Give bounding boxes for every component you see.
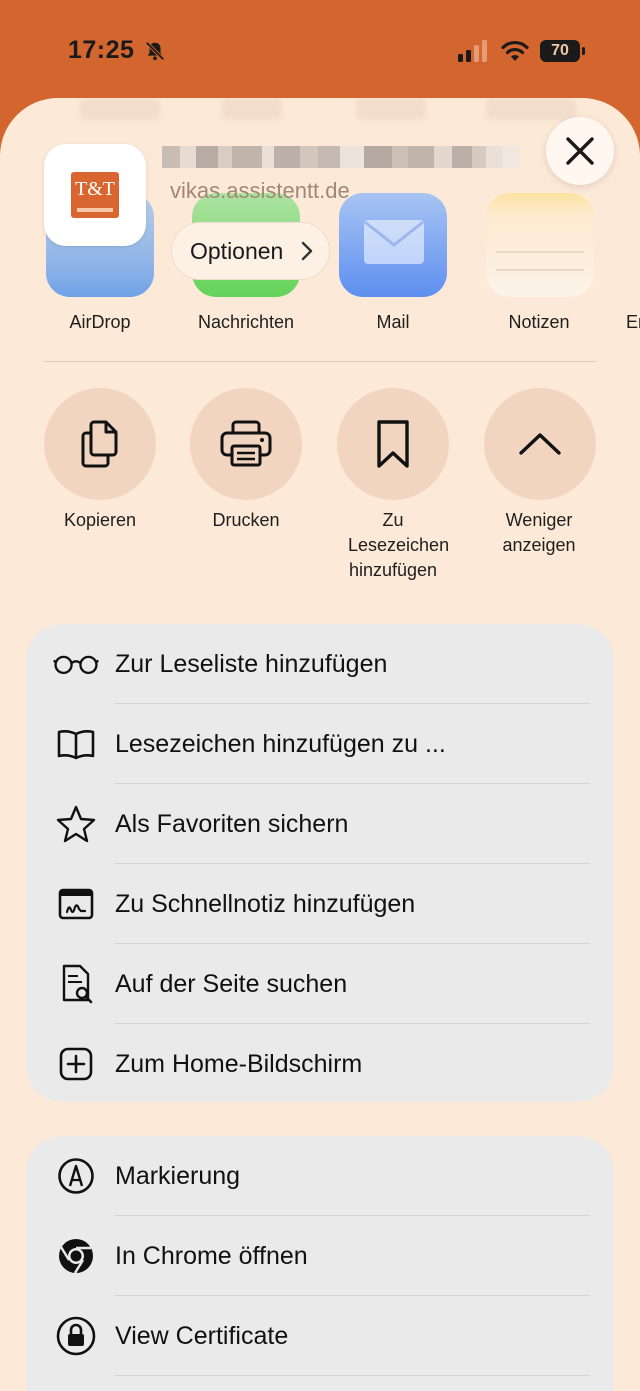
menu-item-label: Markierung	[115, 1162, 241, 1190]
site-icon: T&T	[44, 144, 146, 246]
app-label: AirDrop	[69, 312, 131, 332]
menu-item-label: View Certificate	[115, 1322, 289, 1350]
menu-group-secondary: Markierung In Chrome öffnen View Certifi…	[26, 1136, 614, 1391]
menu-item-label: Auf der Seite suchen	[115, 970, 348, 998]
menu-item-label: Lesezeichen hinzufügen zu ...	[115, 730, 446, 758]
menu-group-primary: Zur Leseliste hinzufügen Lesezeichen hin…	[26, 624, 614, 1102]
menu-item-label: Zu Schnellnotiz hinzufügen	[115, 890, 416, 918]
close-button[interactable]	[546, 117, 614, 185]
copy-icon	[81, 420, 118, 468]
status-time: 17:25	[68, 36, 135, 64]
action-print-button[interactable]	[190, 388, 302, 500]
star-icon	[52, 805, 100, 843]
glasses-icon	[52, 646, 100, 682]
menu-item-label: Zur Leseliste hinzufügen	[115, 650, 388, 678]
app-label: Mail	[376, 312, 410, 332]
book-icon	[52, 726, 100, 762]
chevron-right-icon	[301, 241, 313, 261]
battery-percentage: 70	[551, 42, 569, 59]
divider	[115, 1375, 590, 1376]
printer-icon	[220, 420, 272, 467]
options-button[interactable]: Optionen	[171, 222, 330, 280]
menu-item-label: Als Favoriten sichern	[115, 810, 349, 838]
lock-icon	[52, 1316, 100, 1356]
menu-item-open-in-chrome[interactable]: In Chrome öffnen	[26, 1216, 614, 1296]
app-label: Er	[626, 312, 640, 332]
site-url: vikas.assistentt.de	[170, 178, 350, 203]
background-ghost-text	[486, 98, 576, 120]
site-logo: T&T	[71, 172, 119, 218]
quick-note-icon	[52, 886, 100, 922]
background-ghost-text	[80, 98, 160, 120]
menu-item-label: In Chrome öffnen	[115, 1242, 308, 1270]
chrome-icon	[52, 1238, 100, 1274]
bell-slash-icon	[145, 41, 165, 61]
menu-item-favorites[interactable]: Als Favoriten sichern	[26, 784, 614, 864]
action-label: Weniger anzeigen	[502, 510, 576, 555]
menu-item-home-screen[interactable]: Zum Home-Bildschirm	[26, 1024, 614, 1102]
menu-item-add-bookmark-to[interactable]: Lesezeichen hinzufügen zu ...	[26, 704, 614, 784]
action-copy-button[interactable]	[44, 388, 156, 500]
menu-item-find-on-page[interactable]: Auf der Seite suchen	[26, 944, 614, 1024]
menu-item-label: Zum Home-Bildschirm	[115, 1050, 363, 1078]
background-ghost-text	[356, 98, 426, 120]
action-bookmark-button[interactable]	[337, 388, 449, 500]
app-label: Notizen	[508, 312, 570, 332]
bookmark-icon	[377, 420, 409, 468]
close-icon	[566, 137, 594, 165]
action-label: Drucken	[212, 510, 280, 530]
options-label: Optionen	[190, 238, 284, 264]
divider	[44, 361, 596, 362]
app-label: Nachrichten	[197, 312, 295, 332]
find-in-page-icon	[52, 964, 100, 1004]
menu-item-markup[interactable]: Markierung	[26, 1136, 614, 1216]
menu-item-view-certificate[interactable]: View Certificate	[26, 1296, 614, 1376]
mail-icon	[364, 220, 424, 264]
cellular-signal-icon	[458, 40, 487, 62]
share-sheet: AirDrop Nachrichten Mail Notizen Er T&T …	[0, 98, 640, 1391]
menu-item-quick-note[interactable]: Zu Schnellnotiz hinzufügen	[26, 864, 614, 944]
chevron-up-icon	[519, 433, 561, 455]
page-title-blurred	[162, 146, 540, 170]
action-label: Kopieren	[63, 510, 137, 530]
menu-item-reading-list[interactable]: Zur Leseliste hinzufügen	[26, 624, 614, 704]
action-label: Zu Lesezeichen hinzufügen	[348, 510, 450, 580]
add-square-icon	[52, 1046, 100, 1082]
app-notizen[interactable]	[486, 193, 594, 297]
markup-icon	[52, 1158, 100, 1194]
status-bar: 17:25 70	[0, 0, 640, 100]
notes-line	[496, 269, 584, 271]
action-show-less-button[interactable]	[484, 388, 596, 500]
notes-line	[496, 251, 584, 253]
wifi-icon	[501, 40, 529, 61]
background-ghost-text	[222, 98, 282, 120]
app-mail[interactable]	[339, 193, 447, 297]
